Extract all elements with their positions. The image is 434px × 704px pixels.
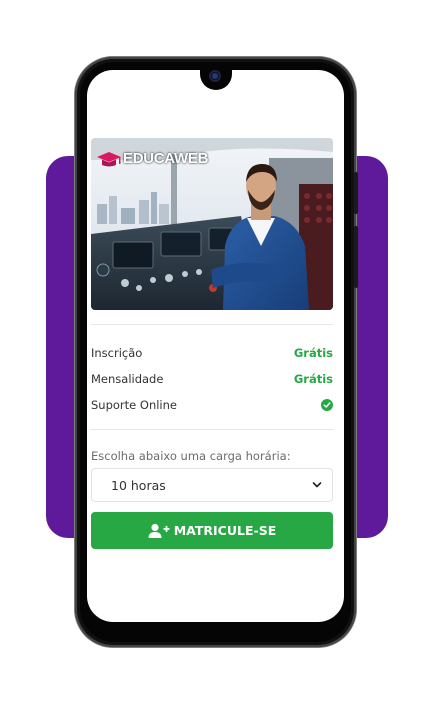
check-circle-icon	[321, 399, 333, 411]
workload-hint: Escolha abaixo uma carga horária:	[91, 449, 291, 463]
phone-screen: EDUCAWEB Inscrição Grátis Mensalidade Gr…	[87, 70, 344, 622]
divider	[91, 324, 333, 325]
enroll-button-label: MATRICULE-SE	[173, 523, 277, 538]
enroll-button[interactable]: MATRICULE-SE	[91, 512, 333, 549]
monthly-fee-value: Grátis	[293, 372, 333, 386]
graduation-cap-icon	[97, 152, 121, 167]
workload-selected-value: 10 horas	[111, 477, 166, 493]
user-plus-icon	[148, 523, 170, 538]
workload-select[interactable]: 10 horas	[91, 468, 333, 502]
enrollment-row: Inscrição Grátis	[91, 343, 333, 363]
monthly-fee-label: Mensalidade	[91, 372, 164, 386]
brand-logo-text: EDUCAWEB	[123, 150, 209, 167]
divider	[91, 429, 333, 430]
online-support-label: Suporte Online	[91, 398, 177, 412]
enrollment-value: Grátis	[293, 346, 333, 360]
chevron-down-icon	[312, 482, 322, 488]
phone-side-button	[354, 226, 358, 288]
front-camera-icon	[209, 70, 221, 82]
enrollment-label: Inscrição	[91, 346, 143, 360]
phone-side-button	[354, 172, 358, 214]
online-support-row: Suporte Online	[91, 395, 333, 415]
course-hero-image: EDUCAWEB	[91, 138, 333, 310]
monthly-fee-row: Mensalidade Grátis	[91, 369, 333, 389]
